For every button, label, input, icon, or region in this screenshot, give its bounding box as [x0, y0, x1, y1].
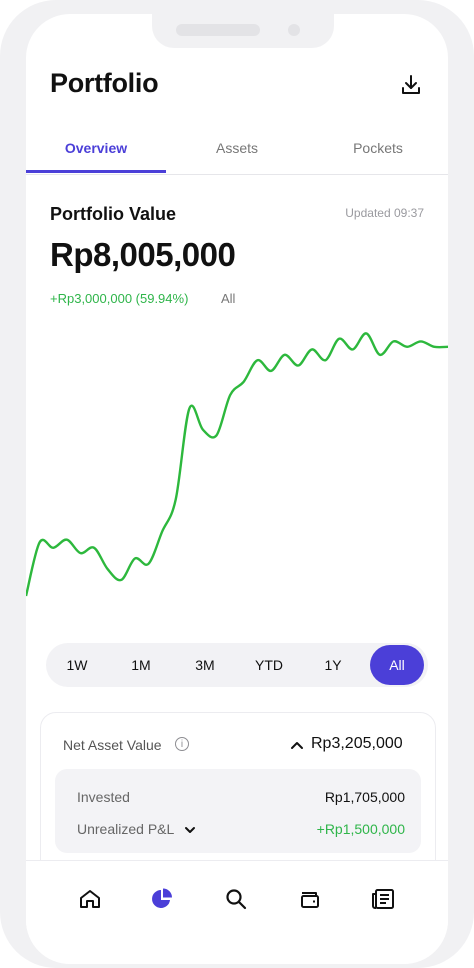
- net-asset-value: Rp3,205,000: [311, 735, 403, 752]
- unrealized-pl-label[interactable]: Unrealized P&L: [77, 821, 174, 837]
- portfolio-value: Rp8,005,000: [50, 236, 236, 273]
- portfolio-value-line: [26, 332, 448, 597]
- speaker-grille: [176, 24, 260, 36]
- wallet-icon: [301, 892, 319, 908]
- page-title: Portfolio: [50, 68, 159, 98]
- range-1y[interactable]: 1Y: [308, 643, 358, 687]
- portfolio-pie-icon: [152, 888, 172, 908]
- portfolio-value-label: Portfolio Value: [50, 204, 177, 224]
- range-3m[interactable]: 3M: [180, 643, 230, 687]
- nav-portfolio[interactable]: [148, 885, 176, 913]
- chevron-up-icon[interactable]: [289, 737, 305, 753]
- active-tab-indicator: [26, 170, 166, 173]
- net-asset-card: Net Asset Value i Rp3,205,000 Invested R…: [40, 712, 436, 884]
- device-notch: [152, 14, 334, 48]
- portfolio-change: +Rp3,000,000 (59.94%): [50, 291, 189, 306]
- range-1m[interactable]: 1M: [116, 643, 166, 687]
- range-all[interactable]: All: [370, 645, 424, 685]
- net-asset-breakdown: Invested Rp1,705,000 Unrealized P&L +Rp1…: [55, 769, 421, 853]
- tab-overview[interactable]: Overview: [26, 140, 166, 156]
- search-icon: [226, 889, 247, 910]
- change-period: All: [221, 291, 236, 306]
- range-1w[interactable]: 1W: [52, 643, 102, 687]
- nav-wallet[interactable]: [296, 885, 324, 913]
- tab-pockets[interactable]: Pockets: [308, 140, 448, 156]
- nav-search[interactable]: [222, 885, 250, 913]
- time-range-selector: 1W 1M 3M YTD 1Y All: [46, 643, 428, 687]
- app-screen: Portfolio Overview Assets Pockets Portfo…: [26, 14, 448, 964]
- net-asset-label: Net Asset Value: [63, 737, 162, 753]
- download-icon: [402, 75, 420, 94]
- phone-frame: Portfolio Overview Assets Pockets Portfo…: [0, 0, 474, 968]
- portfolio-line-chart: [26, 332, 448, 597]
- unrealized-pl-value: +Rp1,500,000: [316, 821, 405, 837]
- tab-assets[interactable]: Assets: [167, 140, 307, 156]
- chevron-down-icon[interactable]: [183, 823, 197, 837]
- nav-home[interactable]: [76, 885, 104, 913]
- news-icon: [372, 889, 394, 909]
- front-camera: [288, 24, 300, 36]
- range-ytd[interactable]: YTD: [244, 643, 294, 687]
- download-button[interactable]: [396, 70, 426, 100]
- portfolio-tabs: Overview Assets Pockets: [26, 126, 448, 175]
- nav-news[interactable]: [370, 885, 398, 913]
- invested-value: Rp1,705,000: [324, 789, 405, 805]
- info-icon[interactable]: i: [175, 737, 189, 751]
- bottom-navigation: [26, 860, 448, 964]
- updated-time: Updated 09:37: [345, 206, 424, 220]
- invested-label: Invested: [77, 789, 130, 805]
- home-icon: [80, 890, 100, 908]
